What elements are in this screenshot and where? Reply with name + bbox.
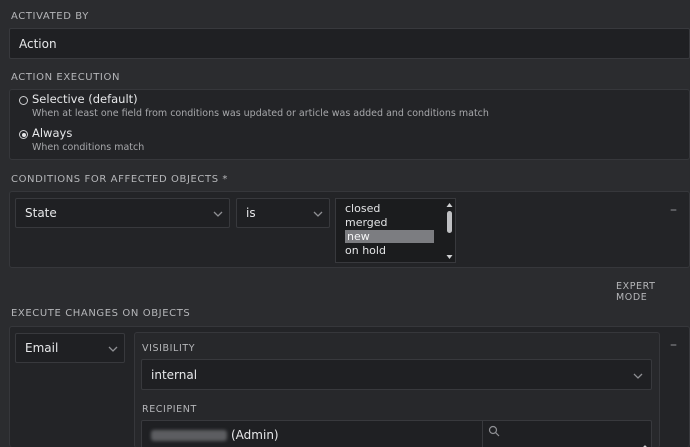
visibility-label: VISIBILITY <box>142 343 196 354</box>
expert-mode-toggle[interactable]: EXPERT MODE <box>616 281 690 303</box>
chevron-down-icon <box>633 371 643 381</box>
condition-attribute-value: State <box>25 206 57 220</box>
value-option-merged[interactable]: merged <box>345 216 388 229</box>
recipient-name-redacted <box>151 430 227 441</box>
chevron-down-icon <box>213 209 223 219</box>
chevron-up-icon <box>640 443 650 447</box>
condition-operator-value: is <box>246 206 256 220</box>
conditions-panel: State is closed merged new on hold open … <box>9 191 690 268</box>
email-settings-panel: VISIBILITY internal RECIPIENT (Admin) <box>134 332 660 447</box>
selective-description: When at least one field from conditions … <box>32 108 489 119</box>
search-icon[interactable] <box>488 425 500 437</box>
always-radio[interactable] <box>19 130 28 139</box>
activated-by-value: Action <box>19 37 57 51</box>
listbox-scrollbar[interactable] <box>445 201 454 261</box>
conditions-label: CONDITIONS FOR AFFECTED OBJECTS * <box>11 174 229 185</box>
condition-values-listbox[interactable]: closed merged new on hold open <box>335 198 456 263</box>
recipient-label: RECIPIENT <box>142 404 197 415</box>
execute-object-select[interactable]: Email <box>15 333 125 363</box>
remove-execute-button[interactable]: – <box>670 337 677 353</box>
execute-changes-label: EXECUTE CHANGES ON OBJECTS <box>11 308 191 319</box>
chevron-down-icon <box>313 209 323 219</box>
value-option-open[interactable]: open <box>345 258 372 262</box>
value-option-closed[interactable]: closed <box>345 202 380 215</box>
visibility-value: internal <box>151 368 198 382</box>
selective-radio[interactable] <box>19 96 28 105</box>
remove-condition-button[interactable]: – <box>670 202 677 218</box>
chevron-down-icon <box>108 344 118 354</box>
value-option-new[interactable]: new <box>345 230 434 243</box>
action-execution-label: ACTION EXECUTION <box>11 72 121 83</box>
recipient-field[interactable]: (Admin) <box>141 420 652 447</box>
condition-operator-select[interactable]: is <box>236 198 330 228</box>
recipient-role: (Admin) <box>231 428 279 442</box>
always-title: Always <box>32 126 73 140</box>
scroll-arrows-icon <box>446 203 453 259</box>
condition-attribute-select[interactable]: State <box>15 198 230 228</box>
activated-by-label: ACTIVATED BY <box>11 11 89 22</box>
action-execution-panel: Selective (default) When at least one fi… <box>9 89 690 160</box>
execute-object-value: Email <box>25 341 59 355</box>
execute-changes-panel: Email VISIBILITY internal RECIPIENT (Adm… <box>9 326 690 447</box>
always-description: When conditions match <box>32 142 145 153</box>
value-option-on-hold[interactable]: on hold <box>345 244 386 257</box>
visibility-select[interactable]: internal <box>141 359 652 390</box>
selective-title: Selective (default) <box>32 92 138 106</box>
recipient-divider <box>482 421 483 447</box>
activated-by-select[interactable]: Action <box>9 28 690 59</box>
